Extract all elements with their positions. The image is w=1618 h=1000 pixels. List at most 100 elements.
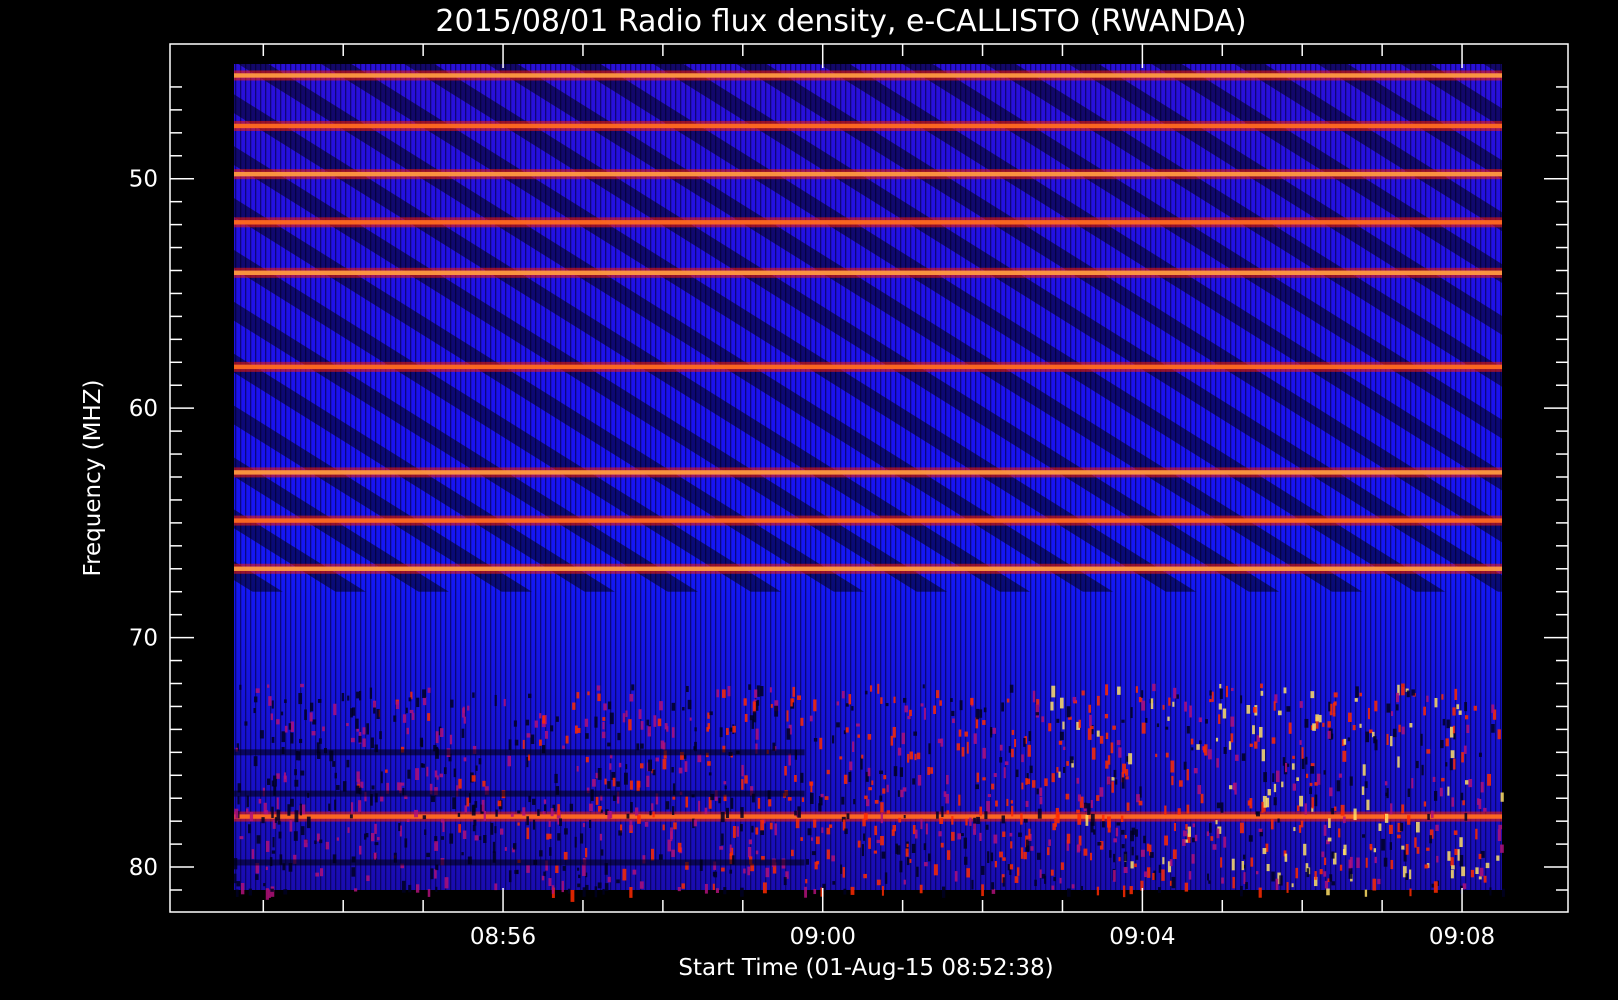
burst-speckle: [635, 807, 639, 816]
burst-speckle: [667, 839, 672, 852]
burst-speckle: [1339, 864, 1343, 871]
burst-speckle: [478, 758, 482, 765]
burst-speckle: [1041, 716, 1045, 723]
burst-speckle: [671, 849, 675, 858]
burst-speckle: [393, 715, 397, 722]
burst-speckle: [522, 807, 526, 816]
burst-speckle: [792, 686, 796, 697]
burst-speckle: [434, 841, 439, 851]
burst-speckle: [1259, 726, 1263, 738]
burst-speckle: [1373, 848, 1377, 853]
burst-speckle: [724, 785, 727, 790]
burst-speckle: [1326, 888, 1330, 896]
burst-speckle: [1112, 725, 1116, 730]
burst-speckle: [577, 867, 580, 871]
burst-speckle: [240, 882, 245, 895]
burst-speckle: [376, 837, 380, 841]
interference-stripes: [234, 64, 1502, 592]
burst-speckle: [1409, 723, 1413, 728]
burst-speckle: [857, 734, 860, 738]
burst-speckle: [1271, 871, 1275, 882]
burst-speckle: [707, 761, 711, 766]
burst-speckle: [1321, 851, 1325, 858]
burst-speckle: [549, 847, 552, 856]
burst-speckle: [982, 720, 986, 725]
burst-speckle: [1121, 829, 1125, 835]
burst-speckle: [336, 837, 340, 841]
burst-speckle: [358, 735, 362, 743]
burst-speckle: [769, 687, 772, 693]
burst-speckle: [1206, 831, 1209, 837]
burst-speckle: [426, 852, 430, 858]
burst-speckle: [873, 850, 878, 854]
burst-speckle: [1168, 697, 1171, 706]
burst-speckle: [450, 699, 454, 708]
burst-speckle: [1188, 871, 1192, 880]
burst-speckle: [684, 761, 688, 772]
burst-speckle: [607, 810, 612, 820]
burst-speckle: [234, 873, 237, 884]
burst-speckle: [311, 731, 316, 736]
burst-speckle: [490, 822, 494, 835]
burst-speckle: [562, 745, 565, 749]
burst-speckle: [473, 819, 477, 826]
burst-speckle: [1141, 700, 1146, 711]
burst-speckle: [1279, 875, 1283, 886]
burst-speckle: [1304, 803, 1307, 815]
burst-speckle: [861, 754, 864, 759]
burst-speckle: [625, 710, 628, 717]
burst-speckle: [902, 697, 907, 703]
burst-speckle: [1212, 844, 1217, 850]
burst-speckle: [1099, 787, 1104, 797]
burst-speckle: [1374, 856, 1377, 864]
burst-speckle: [1439, 787, 1443, 797]
burst-speckle: [902, 787, 907, 792]
burst-speckle: [236, 881, 241, 887]
burst-speckle: [897, 790, 900, 797]
burst-speckle: [453, 768, 457, 778]
burst-speckle: [301, 804, 306, 815]
burst-speckle: [1440, 740, 1444, 749]
burst-speckle: [1014, 739, 1017, 748]
y-tick-label: 60: [129, 396, 158, 422]
burst-speckle: [622, 713, 626, 723]
burst-speckle: [1069, 756, 1074, 764]
burst-speckle: [973, 823, 977, 835]
burst-speckle: [508, 870, 512, 883]
burst-speckle: [755, 827, 759, 835]
burst-speckle: [300, 770, 305, 776]
burst-speckle: [495, 809, 498, 817]
burst-speckle: [604, 778, 607, 785]
burst-speckle: [1051, 885, 1055, 890]
burst-speckle: [765, 867, 770, 878]
burst-speckle: [458, 824, 461, 833]
burst-speckle: [639, 881, 644, 889]
burst-speckle: [1314, 794, 1318, 807]
dark-band: [234, 859, 805, 866]
burst-speckle: [999, 744, 1003, 751]
frequency-band: [234, 518, 1502, 523]
burst-speckle: [832, 881, 836, 885]
burst-speckle: [841, 796, 845, 805]
burst-speckle: [1231, 858, 1235, 871]
burst-speckle: [786, 710, 789, 722]
x-axis-label: Start Time (01-Aug-15 08:52:38): [678, 955, 1053, 981]
burst-speckle: [1125, 769, 1129, 776]
burst-speckle: [1249, 743, 1253, 747]
burst-speckle: [1101, 821, 1105, 828]
burst-speckle: [805, 879, 808, 884]
burst-speckle: [1157, 887, 1161, 893]
burst-speckle: [671, 806, 675, 815]
burst-speckle: [976, 708, 980, 720]
burst-speckle: [261, 817, 265, 824]
burst-speckle: [1389, 842, 1392, 850]
burst-speckle: [1078, 835, 1082, 846]
burst-speckle: [630, 801, 633, 813]
burst-speckle: [1047, 847, 1050, 856]
burst-speckle: [732, 725, 736, 733]
burst-speckle: [1445, 738, 1449, 747]
burst-speckle: [1072, 696, 1077, 702]
burst-speckle: [380, 771, 383, 784]
burst-speckle: [1407, 788, 1411, 797]
burst-speckle: [795, 819, 800, 829]
